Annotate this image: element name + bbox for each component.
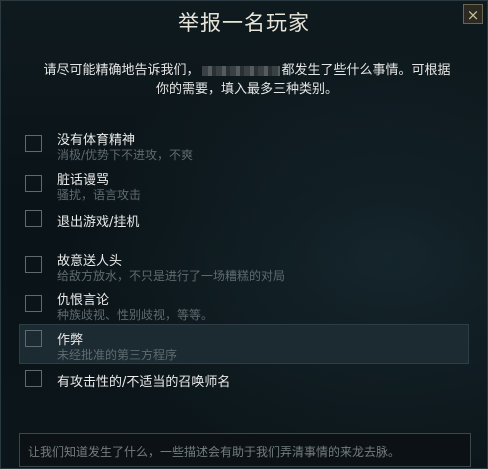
option-hate-speech[interactable]: 仇恨言论 种族歧视、性别歧视，等等。 [19, 289, 469, 329]
checkbox[interactable] [25, 370, 42, 387]
intro-text-part2: 都发生了些什么事情。可根据 [281, 63, 451, 78]
intro-text: 请尽可能精确地告诉我们， 都发生了些什么事情。可根据 你的需要，填入最多三种类别。 [31, 61, 463, 99]
report-player-dialog: 举报一名玩家 × 请尽可能精确地告诉我们， 都发生了些什么事情。可根据 你的需要，… [0, 0, 488, 469]
option-leaving-afk[interactable]: 退出游戏/挂机 [19, 207, 469, 247]
checkbox[interactable] [25, 135, 42, 152]
option-description: 骚扰，语言攻击 [57, 188, 142, 202]
intro-text-line2: 你的需要，填入最多三种类别。 [155, 82, 338, 97]
close-icon[interactable]: × [463, 4, 483, 24]
option-label: 有攻击性的/不适当的召唤师名 [57, 375, 231, 390]
dialog-title: 举报一名玩家 [178, 11, 310, 35]
checkbox[interactable] [25, 256, 42, 273]
checkbox[interactable] [25, 295, 42, 312]
option-description: 给敌方放水，不只是进行了一场糟糕的对局 [57, 269, 286, 283]
option-offensive-name[interactable]: 有攻击性的/不适当的召唤师名 [19, 369, 469, 409]
option-unsportsmanlike[interactable]: 没有体育精神 消极/优势下不进攻，不爽 [19, 129, 469, 169]
option-label: 退出游戏/挂机 [57, 215, 140, 230]
option-description: 消极/优势下不进攻，不爽 [57, 148, 194, 162]
option-intentional-feeding[interactable]: 故意送人头 给敌方放水，不只是进行了一场糟糕的对局 [19, 250, 469, 290]
checkbox[interactable] [25, 175, 42, 192]
checkbox[interactable] [25, 210, 42, 227]
option-verbal-abuse[interactable]: 脏话谩骂 骚扰，语言攻击 [19, 169, 469, 209]
comment-field[interactable]: 让我们知道发生了什么，一些描述会有助于我们弄清事情的来龙去脉。 [19, 433, 471, 467]
option-description: 种族歧视、性别歧视，等等。 [57, 308, 214, 322]
checkbox[interactable] [25, 330, 42, 347]
option-cheating[interactable]: 作弊 未经批准的第三方程序 [19, 324, 469, 364]
intro-text-part1: 请尽可能精确地告诉我们， [43, 63, 200, 78]
redacted-player-name [201, 65, 280, 76]
option-description: 未经批准的第三方程序 [57, 348, 178, 362]
